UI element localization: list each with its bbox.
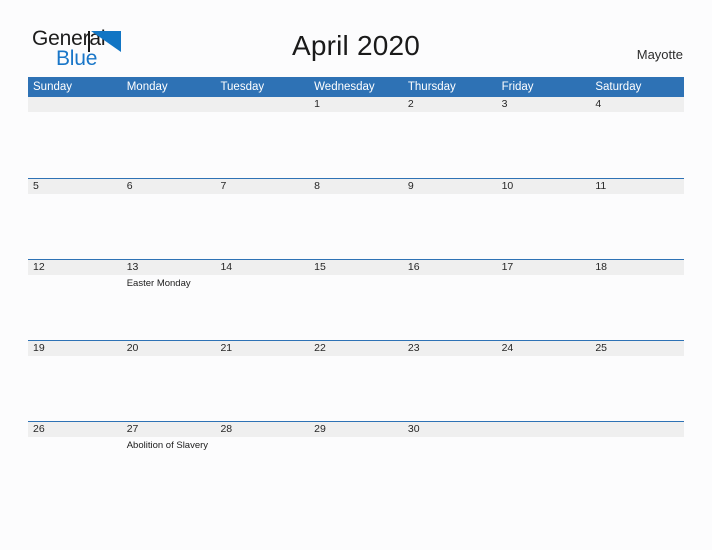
day-events: Abolition of Slavery: [122, 437, 216, 452]
day-number: 5: [28, 179, 122, 194]
calendar-day-cell[interactable]: 8: [309, 179, 403, 259]
calendar-day-cell[interactable]: 1: [309, 97, 403, 177]
calendar-week-row: 12 13 Easter Monday 14 15 16 17 18: [28, 259, 685, 340]
calendar-day-cell[interactable]: 15: [309, 260, 403, 340]
week-days: 12 13 Easter Monday 14 15 16 17 18: [28, 260, 685, 340]
day-number: 25: [590, 341, 685, 356]
calendar-day-cell[interactable]: 30: [402, 422, 497, 502]
day-number: 20: [121, 341, 216, 356]
day-number: 16: [402, 260, 497, 275]
weekday-header-wednesday: Wednesday: [314, 81, 375, 93]
calendar-day-cell[interactable]: 13 Easter Monday: [121, 260, 216, 340]
day-number: 17: [496, 260, 591, 275]
day-number: 13: [121, 260, 216, 275]
calendar-week-row: 5 6 7 8 9 10 11: [28, 178, 685, 259]
calendar-day-cell[interactable]: 12: [28, 260, 122, 340]
calendar-day-cell[interactable]: 23: [402, 341, 497, 421]
calendar-day-cell-empty: [28, 97, 122, 177]
day-number: 6: [121, 179, 216, 194]
day-number: 21: [215, 341, 310, 356]
page-header: General Blue April 2020 Mayotte: [0, 0, 712, 76]
calendar-day-cell[interactable]: 17: [496, 260, 591, 340]
weekday-header-thursday: Thursday: [407, 81, 456, 93]
calendar-day-cell[interactable]: 3: [496, 97, 591, 177]
day-number: 10: [496, 179, 591, 194]
day-number: [215, 97, 310, 112]
day-number: 3: [496, 97, 591, 112]
weekday-header-friday: Friday: [501, 81, 534, 93]
calendar-day-cell[interactable]: 16: [402, 260, 497, 340]
weekday-header-row: Sunday Monday Tuesday Wednesday Thursday Frid…: [28, 77, 684, 97]
day-number: [590, 422, 685, 437]
day-number: 26: [28, 422, 122, 437]
calendar-day-cell-empty: [590, 422, 685, 502]
calendar-weeks: 1 2 3 4 5 6 7 8 9 10 11 12 13 Easter Monday 14 15 16 17 18…: [28, 97, 685, 502]
calendar-day-cell[interactable]: 18: [590, 260, 685, 340]
calendar-grid: Sunday Monday Tuesday Wednesday Thursday Frid…: [28, 77, 685, 502]
day-events: Easter Monday: [122, 275, 216, 290]
calendar-day-cell[interactable]: 29: [309, 422, 403, 502]
calendar-day-cell-empty: [215, 97, 310, 177]
day-number: 12: [28, 260, 122, 275]
day-number: 27: [121, 422, 216, 437]
weekday-header-saturday: Saturday: [595, 81, 642, 93]
calendar-day-cell[interactable]: 6: [121, 179, 216, 259]
day-number: 7: [215, 179, 310, 194]
weekday-header-tuesday: Tuesday: [220, 81, 265, 93]
day-number: 9: [402, 179, 497, 194]
day-number: 18: [590, 260, 685, 275]
day-number: 8: [309, 179, 403, 194]
calendar-day-cell[interactable]: 9: [402, 179, 497, 259]
calendar-day-cell[interactable]: 21: [215, 341, 310, 421]
weekday-header-sunday: Sunday: [33, 81, 73, 93]
calendar-day-cell[interactable]: 19: [28, 341, 122, 421]
day-number: 11: [590, 179, 685, 194]
weekday-header-monday: Monday: [126, 81, 168, 93]
calendar-day-cell[interactable]: 20: [121, 341, 216, 421]
calendar-day-cell-empty: [121, 97, 216, 177]
week-days: 5 6 7 8 9 10 11: [28, 179, 685, 259]
day-number: [28, 97, 122, 112]
calendar-day-cell-empty: [496, 422, 591, 502]
calendar-day-cell[interactable]: 7: [215, 179, 310, 259]
calendar-week-row: 26 27 Abolition of Slavery 28 29 30: [28, 421, 685, 502]
region-label: Mayotte: [636, 47, 683, 62]
week-days: 19 20 21 22 23 24 25: [28, 341, 685, 421]
week-days: 1234: [28, 97, 685, 177]
calendar-day-cell[interactable]: 26: [28, 422, 122, 502]
day-number: [496, 422, 591, 437]
day-number: 22: [309, 341, 403, 356]
day-number: [121, 97, 216, 112]
day-number: 14: [215, 260, 310, 275]
calendar-day-cell[interactable]: 28: [215, 422, 310, 502]
calendar-day-cell[interactable]: 14: [215, 260, 310, 340]
day-number: 19: [28, 341, 122, 356]
calendar-day-cell[interactable]: 25: [590, 341, 685, 421]
calendar-day-cell[interactable]: 22: [309, 341, 403, 421]
day-number: 15: [309, 260, 403, 275]
calendar-day-cell[interactable]: 24: [496, 341, 591, 421]
calendar-day-cell[interactable]: 5: [28, 179, 122, 259]
day-number: 1: [309, 97, 403, 112]
calendar-day-cell[interactable]: 10: [496, 179, 591, 259]
calendar-day-cell[interactable]: 2: [402, 97, 497, 177]
holiday-event: Easter Monday: [126, 278, 191, 289]
holiday-event: Abolition of Slavery: [126, 440, 209, 451]
day-number: 23: [402, 341, 497, 356]
calendar-day-cell[interactable]: 4: [590, 97, 685, 177]
calendar-day-cell[interactable]: 11: [590, 179, 685, 259]
calendar-week-row: 1234: [28, 97, 685, 178]
week-days: 26 27 Abolition of Slavery 28 29 30: [28, 422, 685, 502]
calendar-page: General Blue April 2020 Mayotte Sunday Mo…: [0, 0, 712, 550]
calendar-week-row: 19 20 21 22 23 24 25: [28, 340, 685, 421]
day-number: 24: [496, 341, 591, 356]
day-number: 30: [402, 422, 497, 437]
page-title: April 2020: [291, 30, 421, 61]
day-number: 28: [215, 422, 310, 437]
day-number: 29: [309, 422, 403, 437]
calendar-day-cell[interactable]: 27 Abolition of Slavery: [121, 422, 216, 502]
day-number: 4: [590, 97, 685, 112]
day-number: 2: [402, 97, 497, 112]
